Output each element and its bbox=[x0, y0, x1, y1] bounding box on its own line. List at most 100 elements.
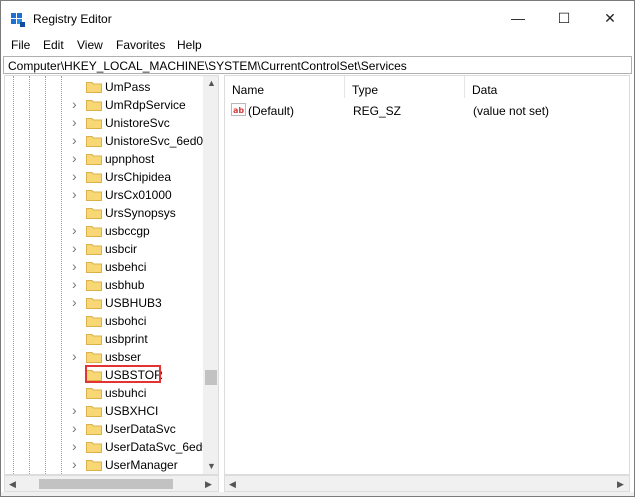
scroll-down-icon[interactable]: ▼ bbox=[207, 461, 216, 471]
tree-item[interactable]: UmPass bbox=[5, 78, 203, 96]
tree-item[interactable]: USBSTOR bbox=[5, 365, 203, 384]
tree-hscroll-thumb[interactable] bbox=[39, 479, 173, 489]
tree-item[interactable]: usbprint bbox=[5, 330, 203, 348]
tree-item[interactable]: › usbcir bbox=[5, 240, 203, 258]
tree-item-label: UnistoreSvc_6ed00 bbox=[105, 134, 210, 148]
tree-item-label: usbehci bbox=[105, 260, 147, 274]
selected-item-highlight bbox=[85, 365, 161, 383]
folder-icon bbox=[86, 333, 102, 345]
tree-vertical-scrollbar[interactable]: ▲ ▼ bbox=[203, 76, 218, 474]
tree-item-label: usbhub bbox=[105, 278, 145, 292]
tree-item[interactable]: › UrsCx01000 bbox=[5, 186, 203, 204]
tree-horizontal-scrollbar[interactable]: ◀ ▶ bbox=[4, 475, 219, 492]
tree-item[interactable]: › UnistoreSvc bbox=[5, 114, 203, 132]
value-row[interactable]: ab (Default) REG_SZ (value not set) bbox=[225, 102, 629, 120]
tree-item-label: usbccgp bbox=[105, 224, 150, 238]
scroll-up-icon[interactable]: ▲ bbox=[207, 78, 216, 88]
tree-item-label: UserDataSvc bbox=[105, 422, 176, 436]
tree-item[interactable]: › usbehci bbox=[5, 258, 203, 276]
expand-chevron-icon[interactable]: › bbox=[72, 132, 77, 148]
registry-key-tree[interactable]: UmPass › UmRdpService › UnistoreSvc › Unistore… bbox=[4, 75, 219, 475]
tree-item[interactable]: › USBHUB3 bbox=[5, 294, 203, 312]
column-header-data[interactable]: Data bbox=[465, 76, 629, 98]
folder-icon bbox=[86, 405, 102, 417]
folder-icon bbox=[86, 225, 102, 237]
address-bar[interactable]: Computer\HKEY_LOCAL_MACHINE\SYSTEM\Curre… bbox=[3, 56, 632, 74]
tree-item-label: UmPass bbox=[105, 80, 151, 94]
tree-item[interactable]: › usbhub bbox=[5, 276, 203, 294]
tree-item[interactable]: › upnphost bbox=[5, 150, 203, 168]
expand-chevron-icon[interactable]: › bbox=[72, 168, 77, 184]
expand-chevron-icon[interactable]: › bbox=[72, 240, 77, 256]
expand-chevron-icon[interactable]: › bbox=[72, 114, 77, 130]
tree-item-label: usbcir bbox=[105, 242, 138, 256]
close-button[interactable]: ✕ bbox=[587, 1, 633, 35]
menu-favorites[interactable]: Favorites bbox=[116, 38, 165, 52]
expand-chevron-icon[interactable]: › bbox=[72, 294, 77, 310]
expand-chevron-icon[interactable]: › bbox=[72, 258, 77, 274]
scroll-left-icon[interactable]: ◀ bbox=[229, 479, 236, 490]
tree-item[interactable]: › UmRdpService bbox=[5, 96, 203, 114]
tree-item[interactable]: › UserDataSvc_6ed00 bbox=[5, 438, 216, 456]
tree-item[interactable]: › UnistoreSvc_6ed00 bbox=[5, 132, 210, 150]
expand-chevron-icon[interactable]: › bbox=[72, 222, 77, 238]
expand-chevron-icon[interactable]: › bbox=[72, 150, 77, 166]
folder-icon bbox=[86, 243, 102, 255]
folder-icon bbox=[86, 441, 102, 453]
tree-item[interactable]: › usbser bbox=[5, 348, 203, 366]
menu-bar: File Edit View Favorites Help bbox=[1, 35, 634, 55]
menu-file[interactable]: File bbox=[11, 38, 30, 52]
registry-editor-app-icon bbox=[10, 12, 26, 28]
folder-icon bbox=[86, 261, 102, 273]
expand-chevron-icon[interactable]: › bbox=[72, 438, 77, 454]
tree-item-label: UrsCx01000 bbox=[105, 188, 172, 202]
column-header-label: Name bbox=[232, 83, 265, 97]
tree-item-label: UnistoreSvc bbox=[105, 116, 170, 130]
column-header-label: Type bbox=[352, 83, 379, 97]
tree-item[interactable]: › UrsChipidea bbox=[5, 168, 203, 186]
tree-item[interactable]: › usbccgp bbox=[5, 222, 203, 240]
folder-icon bbox=[86, 279, 102, 291]
tree-item-label: UmRdpService bbox=[105, 98, 186, 112]
tree-item[interactable]: › UserManager bbox=[5, 456, 203, 474]
registry-values-list[interactable]: Name Type Data ab (Default) REG_SZ (valu… bbox=[224, 75, 630, 475]
menu-edit[interactable]: Edit bbox=[43, 38, 64, 52]
column-header-name[interactable]: Name bbox=[225, 76, 345, 98]
tree-item-label: USBHUB3 bbox=[105, 296, 162, 310]
tree-item[interactable]: UrsSynopsys bbox=[5, 204, 203, 222]
tree-item-label: UserManager bbox=[105, 458, 178, 472]
folder-icon bbox=[86, 459, 102, 471]
window-title: Registry Editor bbox=[33, 12, 112, 26]
folder-icon bbox=[86, 171, 102, 183]
expand-chevron-icon[interactable]: › bbox=[72, 456, 77, 472]
menu-view[interactable]: View bbox=[77, 38, 103, 52]
column-header-type[interactable]: Type bbox=[345, 76, 465, 98]
registry-editor-window: Registry Editor — ☐ ✕ File Edit View Fav… bbox=[0, 0, 635, 497]
expand-chevron-icon[interactable]: › bbox=[72, 276, 77, 292]
expand-chevron-icon[interactable]: › bbox=[72, 186, 77, 202]
menu-help[interactable]: Help bbox=[177, 38, 202, 52]
expand-chevron-icon[interactable]: › bbox=[72, 96, 77, 112]
folder-icon bbox=[86, 117, 102, 129]
tree-item[interactable]: › UserDataSvc bbox=[5, 420, 203, 438]
folder-icon bbox=[86, 81, 102, 93]
tree-scroll-thumb[interactable] bbox=[205, 370, 217, 385]
tree-item[interactable]: usbuhci bbox=[5, 384, 203, 402]
scroll-right-icon[interactable]: ▶ bbox=[205, 479, 212, 490]
scroll-left-icon[interactable]: ◀ bbox=[9, 479, 16, 490]
tree-item-label: USBXHCI bbox=[105, 404, 159, 418]
tree-item-label: UrsChipidea bbox=[105, 170, 172, 184]
expand-chevron-icon[interactable]: › bbox=[72, 402, 77, 418]
tree-item[interactable]: › USBXHCI bbox=[5, 402, 203, 420]
folder-icon bbox=[86, 315, 102, 327]
expand-chevron-icon[interactable]: › bbox=[72, 348, 77, 364]
values-horizontal-scrollbar[interactable]: ◀ ▶ bbox=[224, 475, 630, 492]
expand-chevron-icon[interactable]: › bbox=[72, 420, 77, 436]
minimize-button[interactable]: — bbox=[495, 1, 541, 35]
scroll-right-icon[interactable]: ▶ bbox=[617, 479, 624, 490]
title-bar[interactable]: Registry Editor — ☐ ✕ bbox=[1, 1, 634, 35]
status-bar bbox=[1, 492, 634, 496]
folder-icon bbox=[86, 297, 102, 309]
tree-item[interactable]: usbohci bbox=[5, 312, 203, 330]
maximize-button[interactable]: ☐ bbox=[541, 1, 587, 35]
